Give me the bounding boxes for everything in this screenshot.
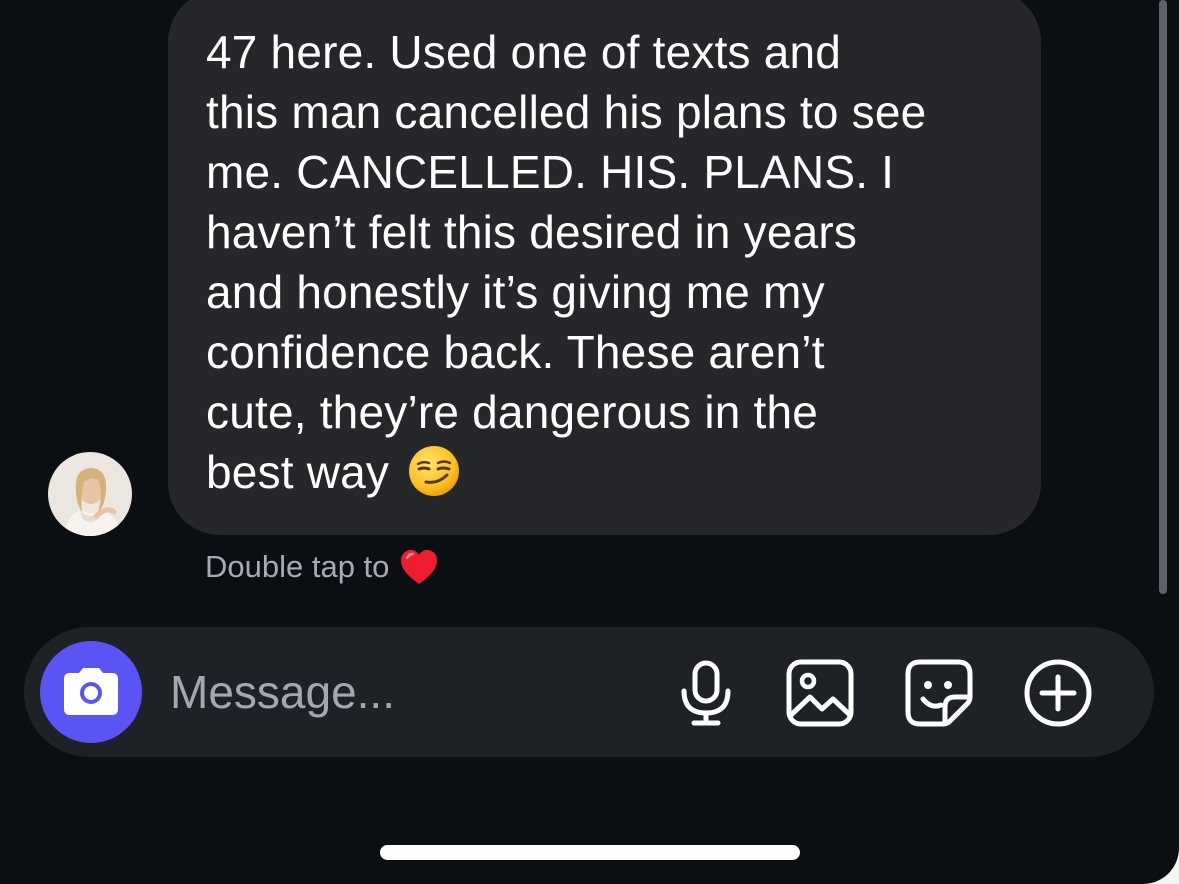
message-line: and honestly it’s giving me my bbox=[206, 266, 825, 318]
message-line: me. CANCELLED. HIS. PLANS. I bbox=[206, 146, 895, 198]
scrollbar[interactable] bbox=[1159, 0, 1167, 594]
plus-icon[interactable] bbox=[1022, 657, 1094, 729]
smirk-emoji-icon bbox=[409, 446, 460, 496]
microphone-icon[interactable] bbox=[670, 657, 742, 729]
avatar-photo bbox=[48, 452, 132, 536]
message-input[interactable] bbox=[170, 661, 650, 723]
avatar[interactable] bbox=[48, 452, 132, 536]
message-line: best way bbox=[206, 446, 390, 498]
double-tap-hint: Double tap to bbox=[205, 545, 439, 589]
camera-icon bbox=[64, 668, 118, 715]
message-composer bbox=[24, 627, 1154, 757]
message-bubble[interactable]: 47 here. Used one of texts and this man … bbox=[168, 0, 1041, 535]
double-tap-label: Double tap to bbox=[205, 549, 390, 584]
home-indicator[interactable] bbox=[380, 845, 800, 860]
message-line: haven’t felt this desired in years bbox=[206, 206, 858, 258]
message-line: 47 here. Used one of texts and bbox=[206, 26, 842, 78]
sticker-icon[interactable] bbox=[903, 657, 975, 729]
message-line: cute, they’re dangerous in the bbox=[206, 386, 819, 438]
red-heart-icon bbox=[401, 550, 438, 584]
gallery-icon[interactable] bbox=[784, 657, 856, 729]
message-last-line: best way bbox=[206, 442, 461, 502]
message-line: this man cancelled his plans to see bbox=[206, 86, 927, 138]
camera-button[interactable] bbox=[40, 641, 142, 743]
chat-screen: 47 here. Used one of texts and this man … bbox=[0, 0, 1179, 884]
message-line: confidence back. These aren’t bbox=[206, 326, 825, 378]
